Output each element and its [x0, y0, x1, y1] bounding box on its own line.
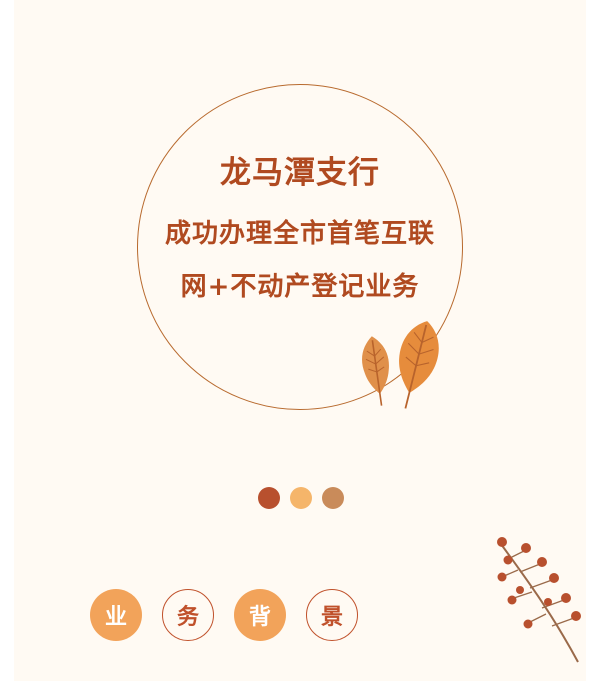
headline-line-1: 成功办理全市首笔互联 — [164, 219, 435, 249]
dot-1 — [258, 487, 280, 509]
section-title-char-2: 务 — [162, 589, 214, 641]
headline-line-2: 网+不动产登记业务 — [180, 272, 420, 302]
autumn-leaves-icon — [362, 321, 439, 409]
page-margin-left — [0, 0, 14, 681]
carousel-dots — [258, 487, 344, 509]
section-title: 业 务 背 景 — [90, 589, 358, 641]
section-title-char-4: 景 — [306, 589, 358, 641]
dot-3 — [322, 487, 344, 509]
section-title-char-1: 业 — [90, 589, 142, 641]
article-page: 龙马潭支行 成功办理全市首笔互联 网+不动产登记业务 业 务 背 景 — [0, 0, 600, 681]
headline-title: 龙马潭支行 — [220, 155, 380, 191]
dot-2 — [290, 487, 312, 509]
section-title-char-3: 背 — [234, 589, 286, 641]
berry-branch-icon — [497, 537, 581, 663]
